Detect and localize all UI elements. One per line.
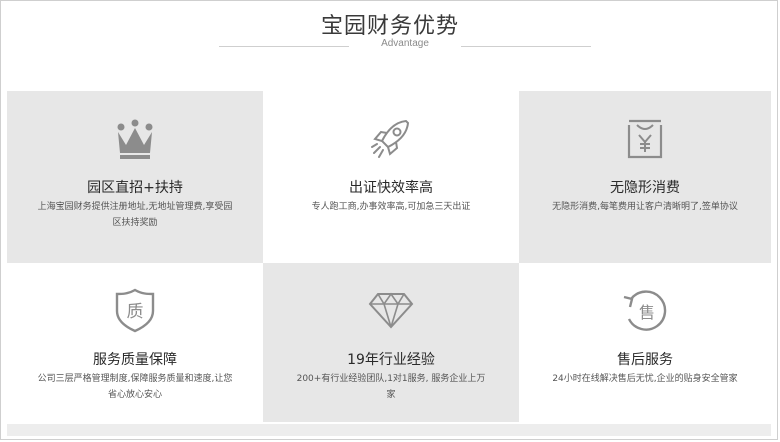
feature-description: 无隐形消费,每笔费用让客户清晰明了,签单协议 xyxy=(552,202,738,212)
diamond-icon xyxy=(368,291,414,333)
feature-card-experience: 19年行业经验 200+有行业经验团队,1对1服务, 服务企业上万家 xyxy=(263,263,519,422)
feature-description: 专人跑工商,办事效率高,可加急三天出证 xyxy=(311,202,471,212)
feature-description: 24小时在线解决售后无忧,企业的贴身安全管家 xyxy=(552,374,738,384)
feature-card-after-sales: 售 售后服务 24小时在线解决售后无忧,企业的贴身安全管家 xyxy=(519,263,771,422)
yen-receipt-icon xyxy=(625,117,665,165)
section-title: 宝园财务优势 xyxy=(320,14,459,39)
feature-card-no-hidden-fees: 无隐形消费 无隐形消费,每笔费用让客户清晰明了,签单协议 xyxy=(519,91,771,263)
section-header: 宝园财务优势 Advantage xyxy=(0,0,780,90)
rocket-icon xyxy=(370,117,412,165)
quality-shield-icon: 质 xyxy=(114,287,156,337)
feature-description: 公司三层严格管理制度,保障服务质量和速度,让您省心放心安心 xyxy=(37,374,233,400)
feature-title: 园区直招+扶持 xyxy=(87,180,183,196)
feature-title: 出证快效率高 xyxy=(349,180,433,196)
crown-icon xyxy=(115,119,155,165)
feature-title: 服务质量保障 xyxy=(93,352,177,368)
svg-text:售: 售 xyxy=(639,303,655,322)
feature-card-park: 园区直招+扶持 上海宝园财务提供注册地址,无地址管理费,享受园区扶持奖励 xyxy=(7,91,263,263)
after-sales-icon: 售 xyxy=(621,289,669,337)
feature-title: 无隐形消费 xyxy=(610,180,680,196)
svg-text:质: 质 xyxy=(127,302,144,322)
feature-description: 上海宝园财务提供注册地址,无地址管理费,享受园区扶持奖励 xyxy=(37,202,233,228)
feature-title: 19年行业经验 xyxy=(347,352,435,368)
feature-description: 200+有行业经验团队,1对1服务, 服务企业上万家 xyxy=(296,374,486,400)
bottom-strip xyxy=(7,424,771,436)
feature-card-quality: 质 服务质量保障 公司三层严格管理制度,保障服务质量和速度,让您省心放心安心 xyxy=(7,263,263,422)
subtitle-row: Advantage xyxy=(219,38,591,54)
feature-title: 售后服务 xyxy=(617,352,673,368)
divider-right xyxy=(461,46,591,47)
advantage-grid: 园区直招+扶持 上海宝园财务提供注册地址,无地址管理费,享受园区扶持奖励 出证快… xyxy=(7,91,771,422)
feature-card-fast: 出证快效率高 专人跑工商,办事效率高,可加急三天出证 xyxy=(263,91,519,263)
section-subtitle: Advantage xyxy=(381,38,429,49)
